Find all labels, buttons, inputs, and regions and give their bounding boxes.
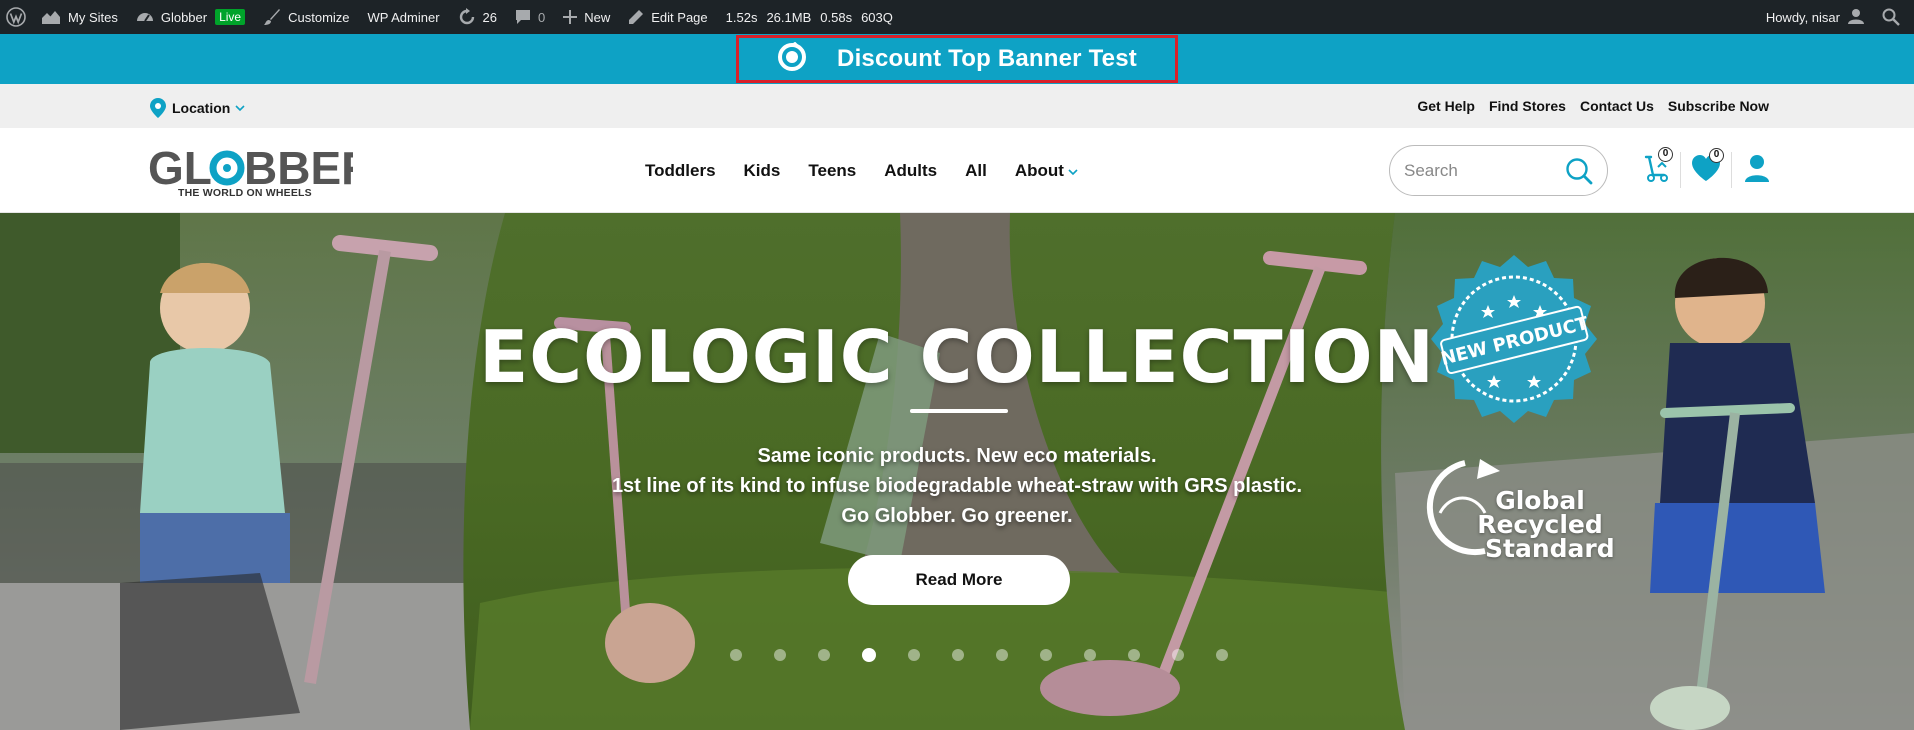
customize-link[interactable]: Customize xyxy=(254,0,358,34)
utility-bar: Location Get Help Find Stores Contact Us… xyxy=(0,84,1914,128)
hero-line-1: Same iconic products. New eco materials. xyxy=(757,445,1157,467)
wishlist-button[interactable]: 0 xyxy=(1681,147,1731,187)
chevron-down-icon xyxy=(235,104,245,112)
stat-db-time: 0.58s xyxy=(820,9,853,25)
find-stores-link[interactable]: Find Stores xyxy=(1489,98,1566,114)
grs-line2: Standard xyxy=(1485,534,1615,563)
stat-memory: 26.1MB xyxy=(766,9,812,25)
slider-dot[interactable] xyxy=(1216,649,1228,661)
comments-link[interactable]: 0 xyxy=(506,0,554,34)
search-input[interactable] xyxy=(1404,159,1554,183)
account-button[interactable] xyxy=(1732,154,1782,187)
plus-icon xyxy=(563,10,578,24)
nav-all[interactable]: All xyxy=(965,161,987,181)
slider-dot[interactable] xyxy=(862,648,876,662)
slider-dot[interactable] xyxy=(996,649,1008,661)
account-menu[interactable]: Howdy, nisar xyxy=(1757,0,1873,34)
edit-page-link[interactable]: Edit Page xyxy=(619,0,716,34)
promo-ring-icon xyxy=(777,41,807,77)
wp-adminer-label: WP Adminer xyxy=(367,9,440,25)
updates-icon xyxy=(458,8,476,26)
my-sites-label: My Sites xyxy=(68,9,118,25)
promo-highlight-box: Discount Top Banner Test xyxy=(736,35,1178,83)
query-monitor-stats[interactable]: 1.52s 26.1MB 0.58s 603Q xyxy=(717,0,911,34)
site-header: GL BBER THE WORLD ON WHEELS Toddlers Kid… xyxy=(0,128,1914,213)
comment-icon xyxy=(515,9,531,25)
nav-toddlers[interactable]: Toddlers xyxy=(645,161,716,181)
slider-dot[interactable] xyxy=(1128,649,1140,661)
hero-slider: NEW PRODUCT Global Recycled Standard ECO… xyxy=(0,213,1914,730)
updates-count: 26 xyxy=(482,9,498,25)
slider-dot[interactable] xyxy=(774,649,786,661)
new-label: New xyxy=(584,9,611,25)
hero-description: Same iconic products. New eco materials.… xyxy=(0,441,1914,531)
dashboard-icon xyxy=(136,9,154,25)
stat-time: 1.52s xyxy=(725,9,758,25)
stat-queries: 603Q xyxy=(861,9,893,25)
slider-dot[interactable] xyxy=(952,649,964,661)
nav-teens[interactable]: Teens xyxy=(808,161,856,181)
edit-page-label: Edit Page xyxy=(651,9,708,25)
svg-text:GL: GL xyxy=(148,144,212,192)
nav-about[interactable]: About xyxy=(1015,161,1078,181)
hero-title-underline xyxy=(910,409,1008,413)
customize-label: Customize xyxy=(288,9,350,25)
contact-us-link[interactable]: Contact Us xyxy=(1580,98,1654,114)
wordpress-logo-icon[interactable] xyxy=(0,0,32,34)
header-icons: 0 0 xyxy=(1630,146,1782,190)
howdy-label: Howdy, nisar xyxy=(1765,9,1840,25)
search-box xyxy=(1389,145,1608,196)
compare-button[interactable]: 0 xyxy=(1630,146,1680,188)
globber-logo[interactable]: GL BBER THE WORLD ON WHEELS xyxy=(148,144,353,200)
search-icon[interactable] xyxy=(1565,157,1593,190)
location-pin-icon xyxy=(150,98,166,118)
read-more-button[interactable]: Read More xyxy=(848,555,1070,605)
hero-line-3: Go Globber. Go greener. xyxy=(841,505,1073,527)
slider-dot[interactable] xyxy=(1084,649,1096,661)
wp-admin-bar: My Sites Globber Live Customize WP Admin… xyxy=(0,0,1914,34)
slider-dot[interactable] xyxy=(908,649,920,661)
user-icon xyxy=(1744,154,1770,187)
compare-count: 0 xyxy=(1658,146,1673,162)
get-help-link[interactable]: Get Help xyxy=(1417,98,1475,114)
my-sites-menu[interactable]: My Sites xyxy=(32,0,127,34)
new-content-menu[interactable]: New xyxy=(554,0,619,34)
comments-count: 0 xyxy=(538,9,546,25)
updates-link[interactable]: 26 xyxy=(449,0,506,34)
hero-title: ECOLOGIC COLLECTION xyxy=(479,315,1435,399)
logo-tagline: THE WORLD ON WHEELS xyxy=(178,187,312,199)
nav-about-label: About xyxy=(1014,161,1064,180)
promo-title: Discount Top Banner Test xyxy=(837,45,1137,72)
wp-adminer-link[interactable]: WP Adminer xyxy=(359,0,449,34)
pencil-icon xyxy=(628,9,644,25)
hero-line-2: 1st line of its kind to infuse biodegrad… xyxy=(611,475,1303,497)
slider-dot[interactable] xyxy=(730,649,742,661)
slider-dot[interactable] xyxy=(818,649,830,661)
wishlist-count: 0 xyxy=(1709,147,1724,163)
utility-links: Get Help Find Stores Contact Us Subscrib… xyxy=(1417,98,1769,114)
slider-dots xyxy=(730,648,1228,662)
slider-dot[interactable] xyxy=(1040,649,1052,661)
location-label: Location xyxy=(172,100,231,116)
site-name: Globber xyxy=(160,9,208,25)
main-nav: Toddlers Kids Teens Adults All About xyxy=(645,161,1078,181)
live-badge: Live xyxy=(215,9,246,25)
svg-text:BBER: BBER xyxy=(244,144,353,192)
nav-adults[interactable]: Adults xyxy=(884,161,937,181)
location-selector[interactable]: Location xyxy=(150,98,245,118)
admin-avatar-icon xyxy=(1848,8,1864,27)
brush-icon xyxy=(263,8,281,26)
subscribe-now-link[interactable]: Subscribe Now xyxy=(1668,98,1769,114)
chevron-down-icon xyxy=(1068,161,1078,181)
discount-top-banner[interactable]: Discount Top Banner Test xyxy=(0,34,1914,84)
my-sites-icon xyxy=(41,9,61,25)
nav-kids[interactable]: Kids xyxy=(744,161,781,181)
slider-dot[interactable] xyxy=(1172,649,1184,661)
site-name-menu[interactable]: Globber Live xyxy=(127,0,254,34)
admin-search-icon[interactable] xyxy=(1873,0,1914,34)
